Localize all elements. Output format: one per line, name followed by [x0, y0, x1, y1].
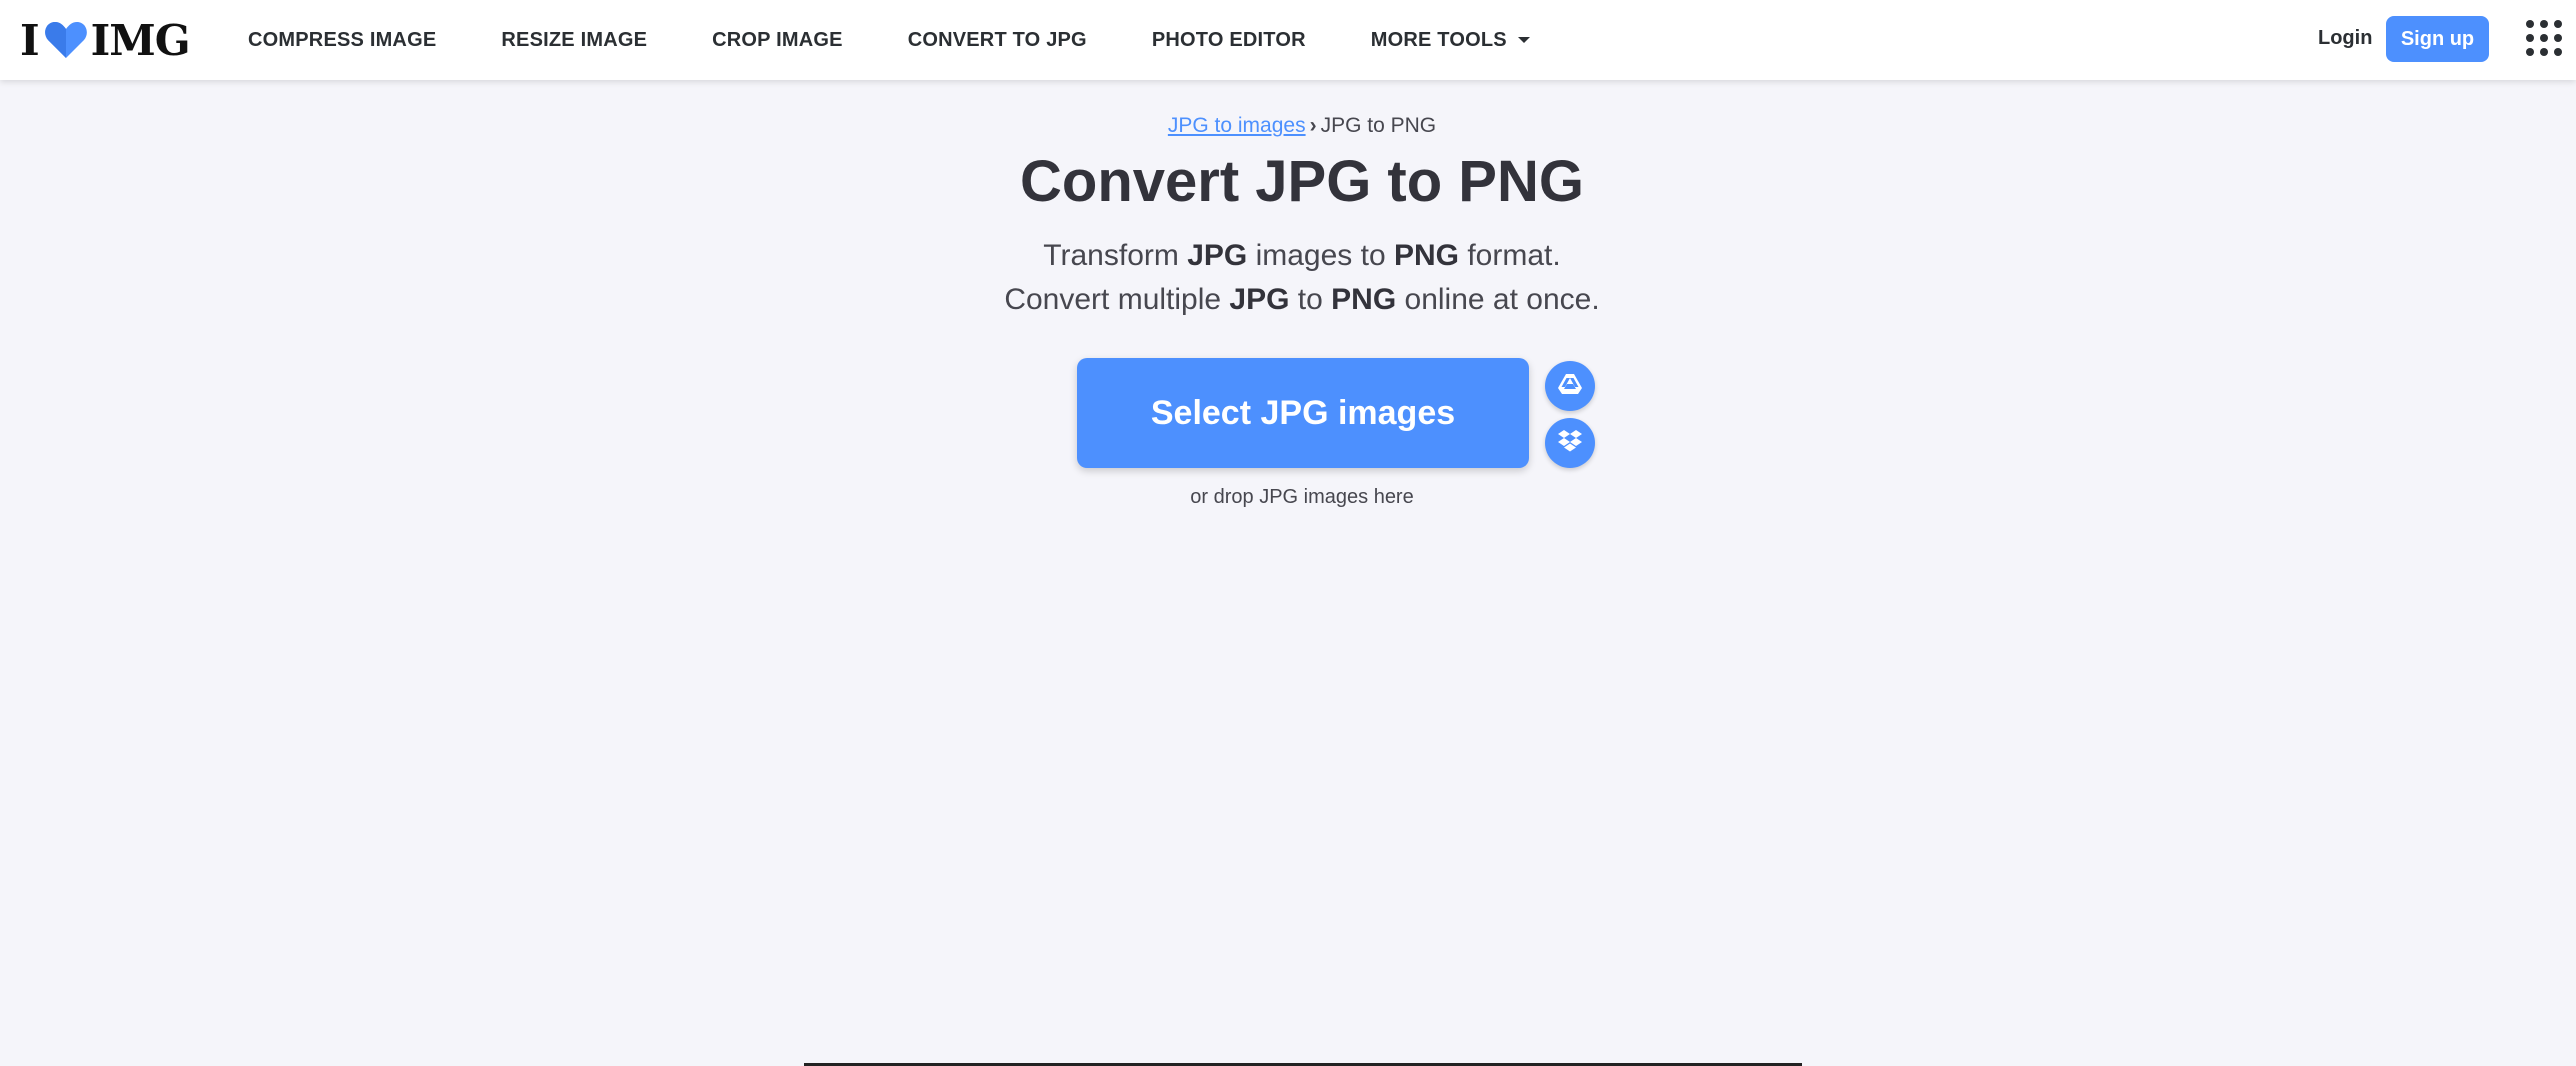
- logo-letter-i: I: [20, 15, 40, 65]
- breadcrumb-current: JPG to PNG: [1320, 114, 1437, 137]
- page-title: Convert JPG to PNG: [1020, 149, 1584, 214]
- subtitle-line-2: Convert multiple JPG to PNG online at on…: [1004, 283, 1600, 316]
- drop-hint: or drop JPG images here: [1190, 486, 1414, 508]
- caret-down-icon: [1517, 35, 1531, 45]
- logo-text-img: IMG: [90, 15, 191, 65]
- nav-convert-to-jpg[interactable]: CONVERT TO JPG: [908, 29, 1087, 52]
- nav-crop-image[interactable]: CROP IMAGE: [712, 29, 843, 52]
- breadcrumb-separator: ›: [1309, 114, 1317, 137]
- nav-more-tools[interactable]: MORE TOOLS: [1371, 29, 1531, 52]
- heart-icon: [43, 20, 89, 60]
- nav-photo-editor[interactable]: PHOTO EDITOR: [1152, 29, 1306, 52]
- nav-compress-image[interactable]: COMPRESS IMAGE: [248, 29, 436, 52]
- breadcrumb: JPG to images › JPG to PNG: [0, 114, 2576, 138]
- logo[interactable]: I IMG: [20, 15, 191, 65]
- signup-button[interactable]: Sign up: [2386, 16, 2489, 62]
- main-nav: COMPRESS IMAGE RESIZE IMAGE CROP IMAGE C…: [248, 0, 1596, 80]
- breadcrumb-parent-link[interactable]: JPG to images: [1168, 114, 1306, 137]
- dropbox-button[interactable]: [1545, 418, 1595, 468]
- top-header: I IMG COMPRESS IMAGE RESIZE IMAGE CROP I…: [0, 0, 2576, 80]
- nav-resize-image[interactable]: RESIZE IMAGE: [501, 29, 647, 52]
- google-drive-button[interactable]: [1545, 361, 1595, 411]
- page-subtitle: Transform JPG images to PNG format. Conv…: [0, 234, 2576, 322]
- google-drive-icon: [1557, 372, 1583, 401]
- apps-grid-icon[interactable]: [2526, 20, 2562, 56]
- nav-more-tools-label: MORE TOOLS: [1370, 28, 1507, 51]
- dropbox-icon: [1557, 429, 1583, 458]
- login-link[interactable]: Login: [2318, 27, 2372, 50]
- select-images-button[interactable]: Select JPG images: [1077, 358, 1529, 468]
- subtitle-line-1: Transform JPG images to PNG format.: [1043, 239, 1561, 272]
